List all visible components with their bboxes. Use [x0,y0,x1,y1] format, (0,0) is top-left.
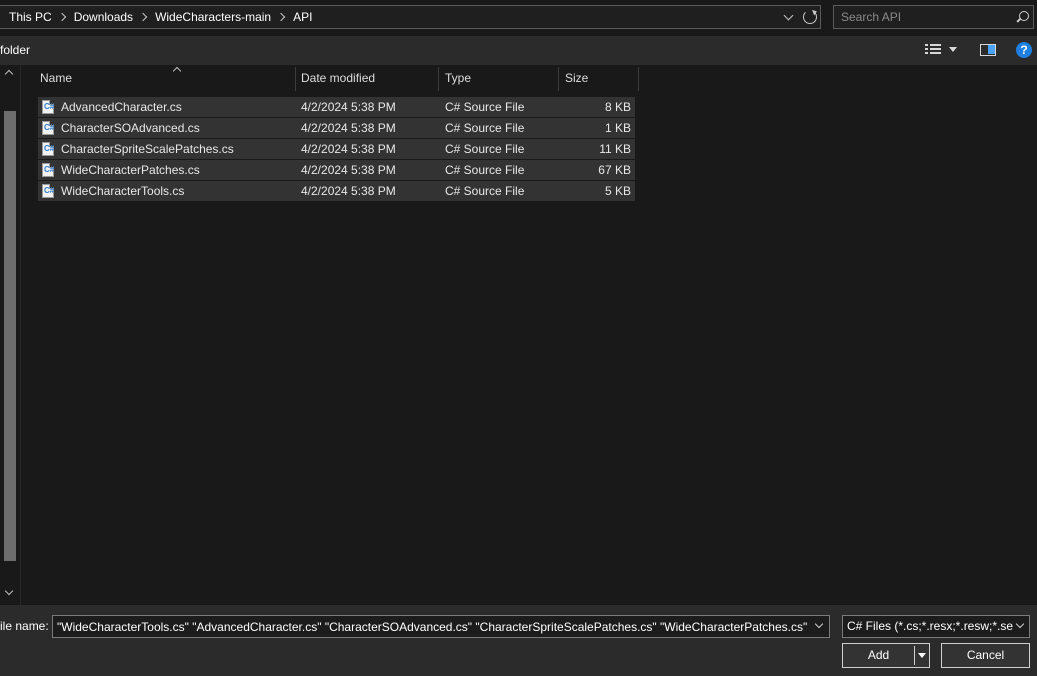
csharp-file-icon: C# [42,163,54,177]
chevron-down-icon[interactable] [814,619,824,629]
search-box[interactable] [833,5,1034,29]
file-type: C# Source File [445,184,525,198]
column-header-date-label: Date modified [301,71,376,85]
file-size: 67 KB [598,163,631,177]
file-size: 5 KB [604,184,631,198]
file-size: 8 KB [604,100,631,114]
search-input[interactable] [841,8,1011,26]
nav-scrollbar-thumb[interactable] [4,111,16,561]
breadcrumb-widecharacters-main[interactable]: WideCharacters-main [155,10,271,24]
table-row[interactable]: C# CharacterSOAdvanced.cs 4/2/2024 5:38 … [38,118,635,138]
chevron-right-icon[interactable] [138,12,148,22]
scroll-up-icon[interactable] [4,69,14,79]
file-type: C# Source File [445,163,525,177]
file-name-combobox[interactable] [52,615,830,638]
column-header-name-label: Name [40,71,73,85]
column-header-name[interactable]: Name [35,65,295,91]
column-divider[interactable] [638,67,639,91]
file-name: CharacterSpriteScalePatches.cs [61,142,234,156]
file-list: Name Date modified Type Size C# Advanced… [22,65,1037,605]
search-icon[interactable] [1016,11,1029,24]
column-divider[interactable] [558,67,559,91]
file-size: 11 KB [599,142,631,156]
file-type-filter-select[interactable]: C# Files (*.cs;*.resx;*.resw;*.sett [842,615,1030,638]
add-button[interactable]: Add [842,643,930,668]
breadcrumb-api[interactable]: API [293,10,312,24]
file-date-modified: 4/2/2024 5:38 PM [301,100,396,114]
file-type: C# Source File [445,121,525,135]
file-name-input[interactable] [57,618,809,635]
chevron-right-icon[interactable] [276,12,286,22]
file-date-modified: 4/2/2024 5:38 PM [301,163,396,177]
file-date-modified: 4/2/2024 5:38 PM [301,142,396,156]
table-row[interactable]: C# WideCharacterTools.cs 4/2/2024 5:38 P… [38,181,635,201]
collapse-icon [0,294,2,306]
address-bar-row: This PC Downloads WideCharacters-main AP… [0,0,1037,36]
preview-pane-icon[interactable] [980,44,996,56]
view-options-dropdown-icon[interactable] [949,47,957,52]
csharp-file-icon: C# [42,121,54,135]
navigation-pane [0,65,21,605]
breadcrumb: This PC Downloads WideCharacters-main AP… [9,6,312,28]
table-row[interactable]: C# AdvancedCharacter.cs 4/2/2024 5:38 PM… [38,97,635,117]
help-icon[interactable]: ? [1016,42,1032,58]
csharp-file-icon: C# [42,142,54,156]
file-type-filter-value: C# Files (*.cs;*.resx;*.resw;*.sett [847,619,1013,633]
add-button-label: Add [867,648,890,662]
column-header-size[interactable]: Size [560,65,638,91]
file-name: WideCharacterTools.cs [61,184,185,198]
breadcrumb-downloads[interactable]: Downloads [74,10,133,24]
details-view-icon[interactable] [925,43,941,56]
cancel-button[interactable]: Cancel [941,643,1030,668]
csharp-file-icon: C# [42,100,54,114]
table-row[interactable]: C# CharacterSpriteScalePatches.cs 4/2/20… [38,139,635,159]
file-name-label: ile name: [0,619,49,633]
table-row[interactable]: C# WideCharacterPatches.cs 4/2/2024 5:38… [38,160,635,180]
csharp-file-icon: C# [42,184,54,198]
address-bar[interactable]: This PC Downloads WideCharacters-main AP… [0,5,821,29]
file-name: CharacterSOAdvanced.cs [61,121,200,135]
breadcrumb-this-pc[interactable]: This PC [9,10,52,24]
column-header-type-label: Type [445,71,472,85]
file-date-modified: 4/2/2024 5:38 PM [301,184,396,198]
column-header-size-label: Size [565,71,589,85]
new-folder-button[interactable]: folder [0,43,30,57]
file-type: C# Source File [445,142,525,156]
split-divider [914,646,915,665]
scroll-down-icon[interactable] [4,586,14,596]
sort-ascending-icon [172,66,182,76]
chevron-down-icon[interactable] [1015,619,1025,629]
file-size: 1 KB [604,121,631,135]
file-name: AdvancedCharacter.cs [61,100,182,114]
refresh-icon[interactable] [803,10,817,24]
command-toolbar: folder ? [0,36,1037,65]
file-date-modified: 4/2/2024 5:38 PM [301,121,396,135]
chevron-down-icon[interactable] [784,11,794,23]
column-header-type[interactable]: Type [440,65,558,91]
file-type: C# Source File [445,100,525,114]
column-divider[interactable] [438,67,439,91]
chevron-right-icon[interactable] [57,12,66,22]
add-options-dropdown-icon[interactable] [918,653,926,658]
column-header-date-modified[interactable]: Date modified [296,65,438,91]
file-name: WideCharacterPatches.cs [61,163,200,177]
dialog-footer: ile name: C# Files (*.cs;*.resx;*.resw;*… [0,605,1037,676]
